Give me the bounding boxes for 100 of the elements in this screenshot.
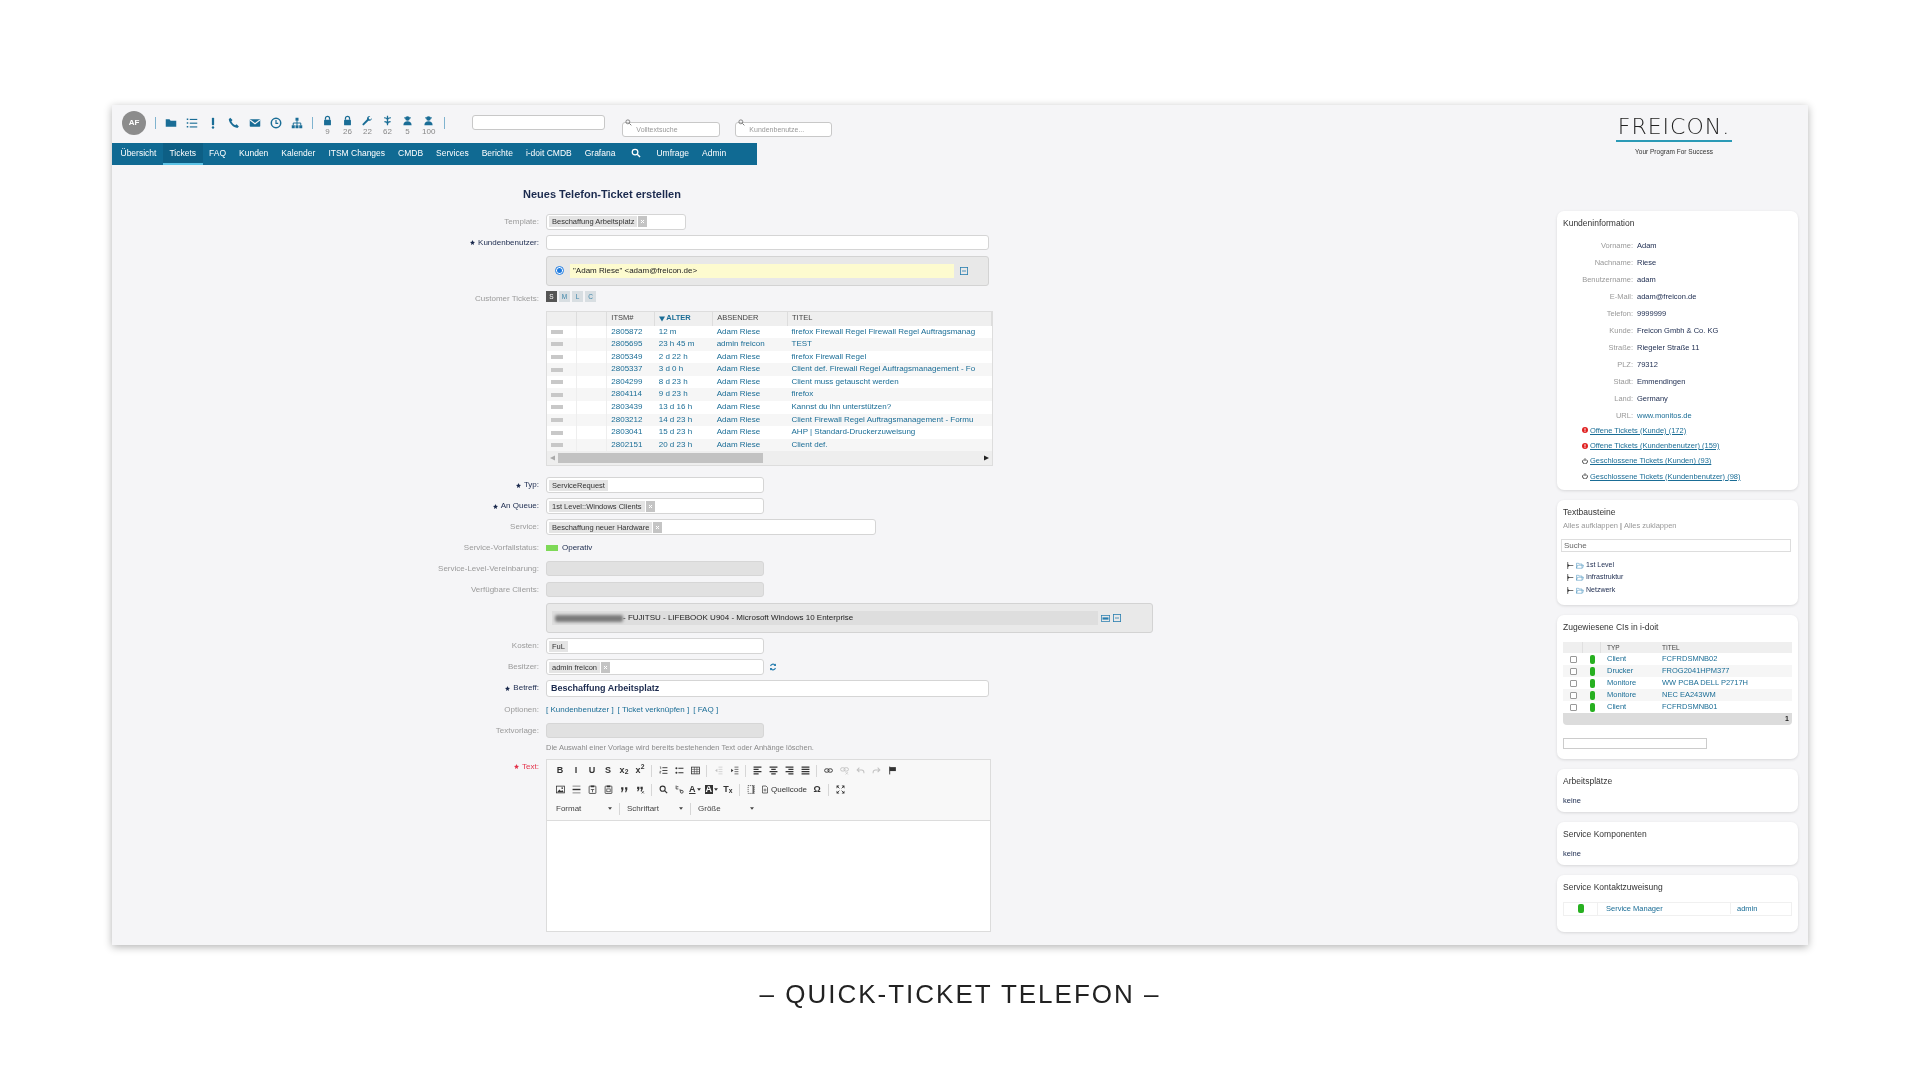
table-cell[interactable]: Adam Riese: [716, 351, 761, 361]
refresh-icon[interactable]: [769, 663, 777, 672]
nav-tab[interactable]: Berichte: [475, 143, 520, 165]
table-cell[interactable]: Adam Riese: [716, 364, 761, 374]
table-cell[interactable]: firefox Firewall Regel: [791, 351, 867, 361]
table-cell[interactable]: 2803212: [611, 414, 643, 424]
avatar[interactable]: AF: [122, 110, 146, 135]
table-cell[interactable]: 2802151: [611, 439, 643, 449]
nav-tab[interactable]: Umfrage: [649, 143, 696, 165]
search-icon[interactable]: [630, 148, 641, 158]
table-cell[interactable]: 9 d 23 h: [658, 389, 688, 399]
nav-tab[interactable]: Grafana: [578, 143, 622, 165]
expander-icon[interactable]: [1567, 574, 1574, 581]
format-button[interactable]: x$^{2}$: [632, 763, 648, 778]
bullet-list-icon[interactable]: [674, 766, 684, 776]
format-button[interactable]: S: [600, 763, 616, 778]
table-cell[interactable]: 12 m: [658, 326, 677, 336]
nav-tab[interactable]: Tickets: [162, 143, 203, 165]
table-cell[interactable]: firefox Firewall Regel Firewall Regel Auftragsmanag: [791, 326, 976, 336]
search-field[interactable]: Suche: [1561, 538, 1791, 552]
numbered-list-icon[interactable]: [658, 766, 668, 776]
clipboard-icon[interactable]: [587, 785, 597, 795]
table-cell[interactable]: 2803041: [611, 427, 643, 437]
subject-field[interactable]: Beschaffung Arbeitsplatz: [546, 680, 989, 698]
format-button[interactable]: x$_{2}$: [616, 763, 632, 778]
indent-icon[interactable]: [729, 766, 739, 776]
table-cell[interactable]: admin freicon: [716, 339, 765, 349]
checkbox[interactable]: [1569, 655, 1577, 663]
nav-tab[interactable]: ITSM Changes: [321, 143, 392, 165]
collapse-icon[interactable]: [960, 266, 968, 275]
expander-icon[interactable]: [1567, 561, 1574, 569]
table-cell[interactable]: Adam Riese: [716, 414, 761, 424]
horizontal-rule-icon[interactable]: [571, 785, 581, 795]
format-button[interactable]: U: [584, 763, 600, 778]
table-cell[interactable]: 2805695: [611, 339, 643, 349]
option-link[interactable]: [ FAQ ]: [693, 704, 719, 717]
person-icon[interactable]: [402, 114, 413, 126]
clipboard-icon[interactable]: [603, 785, 613, 795]
maximize-icon[interactable]: [835, 785, 845, 795]
table-cell[interactable]: Adam Riese: [716, 389, 761, 399]
table-cell[interactable]: 2805872: [611, 326, 643, 336]
table-cell[interactable]: Adam Riese: [716, 402, 761, 412]
table-cell[interactable]: 2805349: [611, 351, 643, 361]
source-button[interactable]: Quellcode: [759, 782, 810, 797]
nav-tab[interactable]: FAQ: [202, 143, 233, 165]
table-cell[interactable]: 2805337: [611, 364, 643, 374]
card-icon[interactable]: [1101, 614, 1110, 622]
input-field[interactable]: [546, 234, 989, 250]
color-button[interactable]: A: [687, 782, 703, 797]
client-field[interactable]: - FUJITSU - LIFEBOOK U904 - Microsoft Windows 10 Enterprise: [552, 611, 1098, 626]
table-cell[interactable]: 23 h 45 m: [658, 339, 695, 349]
table-cell[interactable]: Adam Riese: [716, 326, 761, 336]
radio-button[interactable]: [555, 266, 564, 275]
image-icon[interactable]: [555, 785, 565, 795]
table-cell[interactable]: 2804114: [611, 389, 642, 399]
plant-icon[interactable]: [382, 114, 393, 126]
table-cell[interactable]: firefox: [791, 389, 814, 399]
option-link[interactable]: [ Kundenbenutzer ]: [546, 704, 614, 717]
unquote-icon[interactable]: [635, 785, 645, 795]
table-cell[interactable]: 2803439: [611, 402, 643, 412]
checkbox[interactable]: [1569, 679, 1577, 687]
justify-icon[interactable]: [800, 766, 810, 776]
format-button[interactable]: B: [552, 763, 568, 778]
collapse-icon[interactable]: [1113, 614, 1121, 623]
link-icon[interactable]: [823, 766, 833, 776]
format-button[interactable]: Ω: [809, 782, 826, 797]
table-cell[interactable]: 2 d 22 h: [658, 351, 688, 361]
sitemap-icon[interactable]: [291, 116, 303, 129]
sort-icon[interactable]: [659, 315, 666, 322]
input-field[interactable]: [1563, 738, 1707, 749]
table-cell[interactable]: 3 d 0 h: [658, 364, 684, 374]
lock-icon[interactable]: [342, 114, 353, 126]
table-cell[interactable]: 13 d 16 h: [658, 402, 693, 412]
flag-icon[interactable]: [887, 766, 897, 776]
checkbox[interactable]: [1569, 667, 1577, 675]
nav-tab[interactable]: i-doit CMDB: [519, 143, 579, 165]
show-blocks-icon[interactable]: [746, 785, 756, 795]
table-cell[interactable]: 20 d 23 h: [658, 439, 693, 449]
wrench-icon[interactable]: [362, 114, 373, 126]
align-left-icon[interactable]: [752, 766, 762, 776]
folder-icon[interactable]: [165, 116, 177, 129]
phone-icon[interactable]: [228, 116, 240, 129]
text-editor[interactable]: B I U S x$_{2}$ x$^{2}$ A A T$_{x}$ Quellcode Ω Format Schriftart Größe: [546, 758, 991, 932]
scrollbar[interactable]: [547, 451, 992, 466]
nav-tab[interactable]: Kalender: [274, 143, 322, 165]
nav-tab[interactable]: Kunden: [232, 143, 275, 165]
search-field[interactable]: [472, 115, 606, 130]
table-cell[interactable]: Client def. Firewall Regel Auftragsmanagement - Fo: [791, 364, 976, 374]
format-button[interactable]: I: [568, 763, 584, 778]
align-right-icon[interactable]: [784, 766, 794, 776]
customer-field[interactable]: "Adam Riese" <adam@freicon.de>: [570, 263, 954, 278]
lock-icon[interactable]: [322, 114, 333, 126]
scroll-right-icon[interactable]: [984, 455, 989, 462]
align-center-icon[interactable]: [768, 766, 778, 776]
table-cell[interactable]: Adam Riese: [716, 439, 761, 449]
checkbox[interactable]: [1569, 691, 1577, 699]
quote-icon[interactable]: [619, 785, 629, 795]
clock-icon[interactable]: [270, 116, 282, 129]
table-cell[interactable]: Client def.: [791, 439, 828, 449]
nav-tab[interactable]: CMDB: [391, 143, 430, 165]
